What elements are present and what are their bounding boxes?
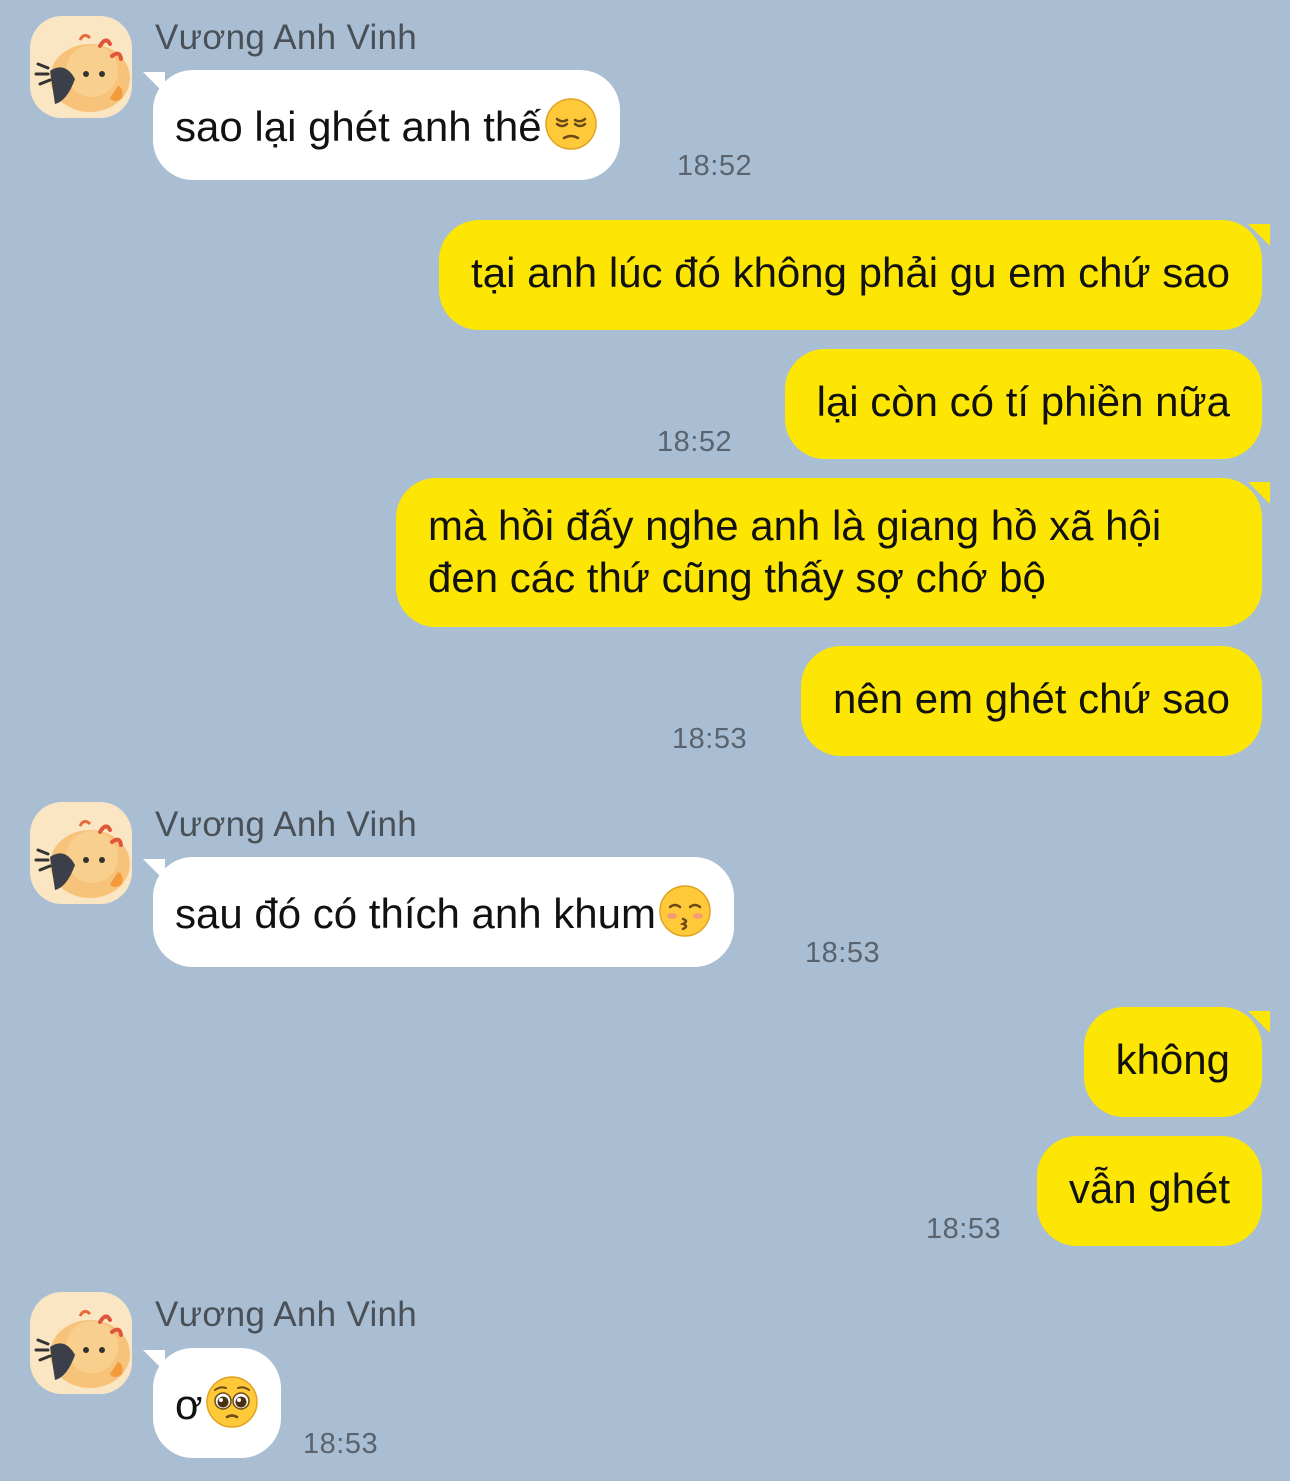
incoming-message-bubble[interactable]: ơ [153, 1348, 281, 1458]
cat-avatar-icon [30, 1292, 132, 1394]
message-time: 18:53 [926, 1213, 1002, 1245]
message-text: lại còn có tí phiền nữa [816, 378, 1230, 425]
outgoing-message-bubble[interactable]: nên em ghét chứ sao [800, 646, 1262, 756]
outgoing-message-bubble[interactable]: không [1083, 1007, 1262, 1117]
message-text: sau đó có thích anh khum [175, 890, 656, 937]
message-text: tại anh lúc đó không phải gu em chứ sao [471, 249, 1230, 296]
message-text-line: đen các thứ cũng thấy sợ chớ bộ [428, 554, 1046, 601]
pensive-face-emoji [544, 98, 597, 150]
outgoing-message-bubble[interactable]: vẫn ghét [1036, 1136, 1262, 1246]
message-text: vẫn ghét [1068, 1165, 1230, 1212]
message-text: nên em ghét chứ sao [832, 675, 1230, 722]
incoming-message-bubble[interactable]: sao lại ghét anh thế [153, 70, 620, 180]
message-text: sao lại ghét anh thế [175, 103, 542, 150]
contact-avatar[interactable] [30, 1292, 132, 1394]
message-text: ơ [175, 1381, 203, 1428]
message-time: 18:52 [657, 426, 733, 458]
message-text: không [1115, 1036, 1230, 1083]
contact-avatar[interactable] [30, 16, 132, 118]
message-time: 18:52 [677, 150, 753, 182]
sender-name: Vương Anh Vinh [155, 1295, 418, 1334]
kissing-closed-eyes-emoji [659, 885, 711, 937]
message-time: 18:53 [303, 1428, 379, 1460]
outgoing-message-bubble[interactable]: mà hồi đấy nghe anh là giang hồ xã hội đ… [396, 478, 1262, 627]
cat-avatar-icon [30, 802, 132, 904]
chat-thread: Vương Anh Vinh sao lại ghét anh thế 18:5… [0, 0, 1290, 1481]
incoming-message-bubble[interactable]: sau đó có thích anh khum [153, 857, 734, 967]
message-time: 18:53 [805, 937, 881, 969]
outgoing-message-bubble[interactable]: lại còn có tí phiền nữa [784, 349, 1262, 459]
contact-avatar[interactable] [30, 802, 132, 904]
message-text-line: mà hồi đấy nghe anh là giang hồ xã hội [428, 502, 1162, 549]
outgoing-message-bubble[interactable]: tại anh lúc đó không phải gu em chứ sao [439, 220, 1262, 330]
pleading-face-emoji [205, 1376, 258, 1428]
sender-name: Vương Anh Vinh [155, 18, 418, 57]
cat-avatar-icon [30, 16, 132, 118]
sender-name: Vương Anh Vinh [155, 805, 418, 844]
message-time: 18:53 [672, 723, 748, 755]
